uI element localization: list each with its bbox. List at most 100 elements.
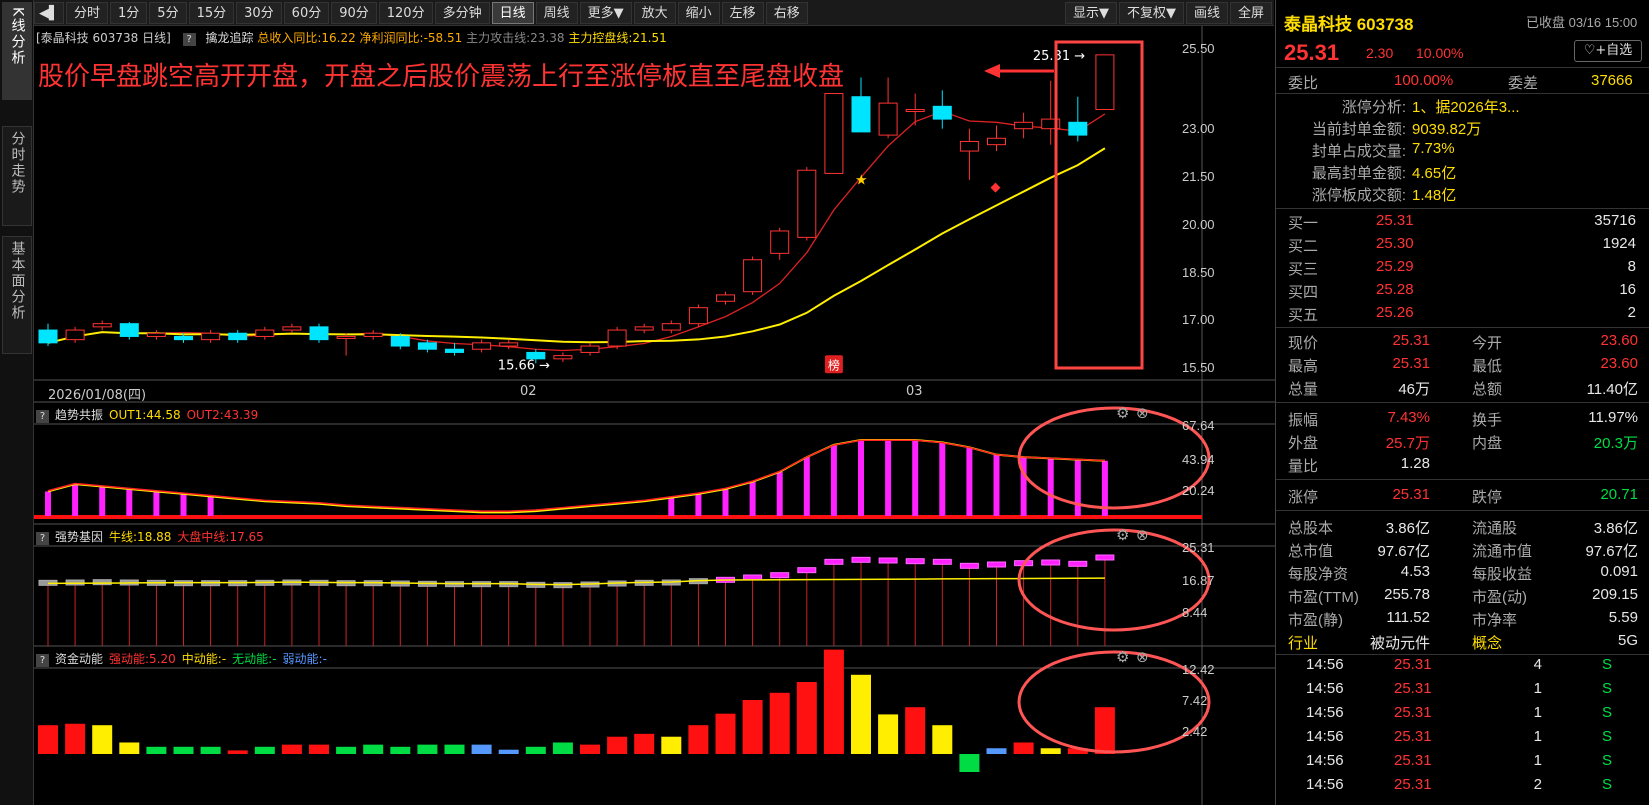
candle-body	[634, 326, 654, 331]
help-icon[interactable]: ?	[36, 654, 49, 667]
tab-label: 分时走势	[9, 131, 26, 195]
bid-price: 25.26	[1376, 304, 1414, 321]
period-button[interactable]: 多分钟	[434, 1, 490, 24]
candle-body	[770, 230, 790, 254]
period-button[interactable]: 更多▼	[579, 1, 632, 24]
bid-label: 买二	[1288, 238, 1319, 255]
diamond-icon: ◆	[991, 180, 1001, 195]
stat-value: 255.78	[1384, 586, 1430, 603]
panel1-bar	[668, 497, 675, 516]
panel1-bar	[695, 493, 702, 516]
panel1-out2: OUT2:43.39	[186, 408, 259, 422]
stat-label: 最低	[1472, 358, 1503, 375]
period-button[interactable]: 分时	[66, 1, 109, 24]
panel3-bar	[254, 746, 275, 754]
panel2-block	[932, 558, 952, 565]
tab-fundamental-analysis[interactable]: 基本面分析	[2, 236, 32, 354]
close-icon: ⊗	[1136, 648, 1149, 666]
toolbar-right-button[interactable]: 全屏	[1229, 1, 1272, 24]
period-button[interactable]: 1分	[110, 1, 148, 24]
help-icon[interactable]: ?	[36, 410, 49, 423]
panel1-bar	[749, 481, 756, 516]
candle-body	[390, 335, 410, 347]
tick-price: 25.31	[1394, 752, 1432, 769]
bid-volume: 2	[1627, 304, 1636, 321]
toolbar-right-button[interactable]: 画线	[1185, 1, 1228, 24]
period-button[interactable]: 缩小	[677, 1, 720, 24]
panel3-bar	[173, 746, 194, 754]
limit-info-label: 涨停板成交额:	[1311, 187, 1406, 204]
period-button[interactable]: 15分	[188, 1, 235, 24]
period-button[interactable]: 5分	[149, 1, 187, 24]
toolbar-right-button[interactable]: 显示▼	[1064, 1, 1117, 24]
candle-body	[65, 329, 85, 341]
gear-icon: ⚙	[1116, 648, 1129, 666]
concept-label: 概念	[1472, 635, 1503, 652]
panel3-none: 无动能:-	[232, 652, 277, 666]
y-axis-label: 18.50	[1182, 264, 1215, 280]
panel3-bar	[715, 713, 736, 754]
period-button[interactable]: 90分	[331, 1, 377, 24]
add-watchlist-button[interactable]: ♡+自选	[1574, 40, 1642, 62]
period-button[interactable]: 放大	[633, 1, 676, 24]
panel3-bar	[227, 750, 248, 754]
tick-price: 25.31	[1394, 704, 1432, 721]
tab-label: K线分析	[9, 7, 26, 67]
stat-value: 23.60	[1600, 332, 1638, 349]
panel3-title: ? 资金动能 强动能:5.20 中动能:- 无动能:- 弱动能:-	[36, 650, 327, 667]
quote-panel: 泰晶科技 603738 已收盘 03/16 15:00 25.31 2.30 1…	[1275, 0, 1649, 805]
candle-body	[688, 307, 708, 325]
stat-label: 流通市值	[1472, 543, 1533, 560]
panel1-bar	[885, 439, 892, 516]
panel3-bar	[200, 746, 221, 754]
tick-side: S	[1602, 728, 1613, 745]
candle-body	[146, 332, 166, 337]
bid-price: 25.28	[1376, 281, 1414, 298]
tab-intraday-trend[interactable]: 分时走势	[2, 126, 32, 226]
panel2-block	[92, 579, 112, 586]
help-icon[interactable]: ?	[36, 532, 49, 545]
limit-info-label: 封单占成交量:	[1311, 143, 1406, 160]
panel1-bar	[776, 471, 783, 516]
period-button[interactable]: 左移	[721, 1, 764, 24]
tick-volume: 1	[1533, 704, 1542, 721]
panel3-bar	[796, 682, 817, 754]
panel2-block	[770, 572, 790, 579]
period-button[interactable]: 日线	[491, 1, 534, 24]
weibi-value: 100.00%	[1394, 72, 1454, 89]
tick-side: S	[1602, 752, 1613, 769]
panel3-weak: 弱动能:-	[282, 652, 327, 666]
stat-value: 5.59	[1608, 609, 1638, 626]
stat-label: 总市值	[1288, 543, 1334, 560]
tick-price: 25.31	[1394, 728, 1432, 745]
period-button[interactable]: 右移	[765, 1, 808, 24]
period-button[interactable]: 60分	[283, 1, 330, 24]
candle-body	[92, 323, 112, 328]
candle-body	[553, 355, 573, 360]
panel3-bar	[65, 723, 86, 754]
tab-k-line-analysis[interactable]: K线分析	[2, 2, 32, 100]
candle-body	[987, 137, 1006, 146]
period-buttons: 分时 1分 5分 15分 30分 60分 90分 120分 多分钟 日线 周线 更多▼ 放大 缩小 左移 右移	[66, 1, 810, 24]
panel3-bar	[498, 749, 519, 754]
panel3-bar	[580, 744, 600, 754]
star-icon: ★	[855, 173, 868, 189]
bid-volume: 35716	[1594, 212, 1636, 229]
period-button[interactable]: 30分	[236, 1, 282, 24]
candle-body	[309, 326, 329, 341]
period-toolbar: ◀▌ 分时 1分 5分 15分 30分 60分 90分 120分 多分钟 日线 周线 更多▼ 放大 缩小左…	[34, 0, 1274, 26]
panel3-bar	[119, 742, 140, 754]
panel1-y-label: 43.94	[1182, 452, 1215, 467]
panel2-block	[1068, 560, 1088, 567]
panel1-name: 趋势共振	[55, 408, 104, 422]
period-button[interactable]: 120分	[378, 1, 433, 24]
limit-info-value: 1、据2026年3...	[1412, 99, 1520, 116]
panel3-bar	[1040, 748, 1061, 754]
collapse-left-icon[interactable]: ◀▌	[34, 1, 64, 24]
panel2-market: 大盘中线:17.65	[177, 530, 264, 544]
period-button[interactable]: 周线	[535, 1, 578, 24]
toolbar-right-button[interactable]: 不复权▼	[1118, 1, 1184, 24]
candle-body	[174, 335, 193, 341]
bid-label: 买三	[1288, 261, 1319, 278]
panel2-block	[959, 562, 979, 569]
